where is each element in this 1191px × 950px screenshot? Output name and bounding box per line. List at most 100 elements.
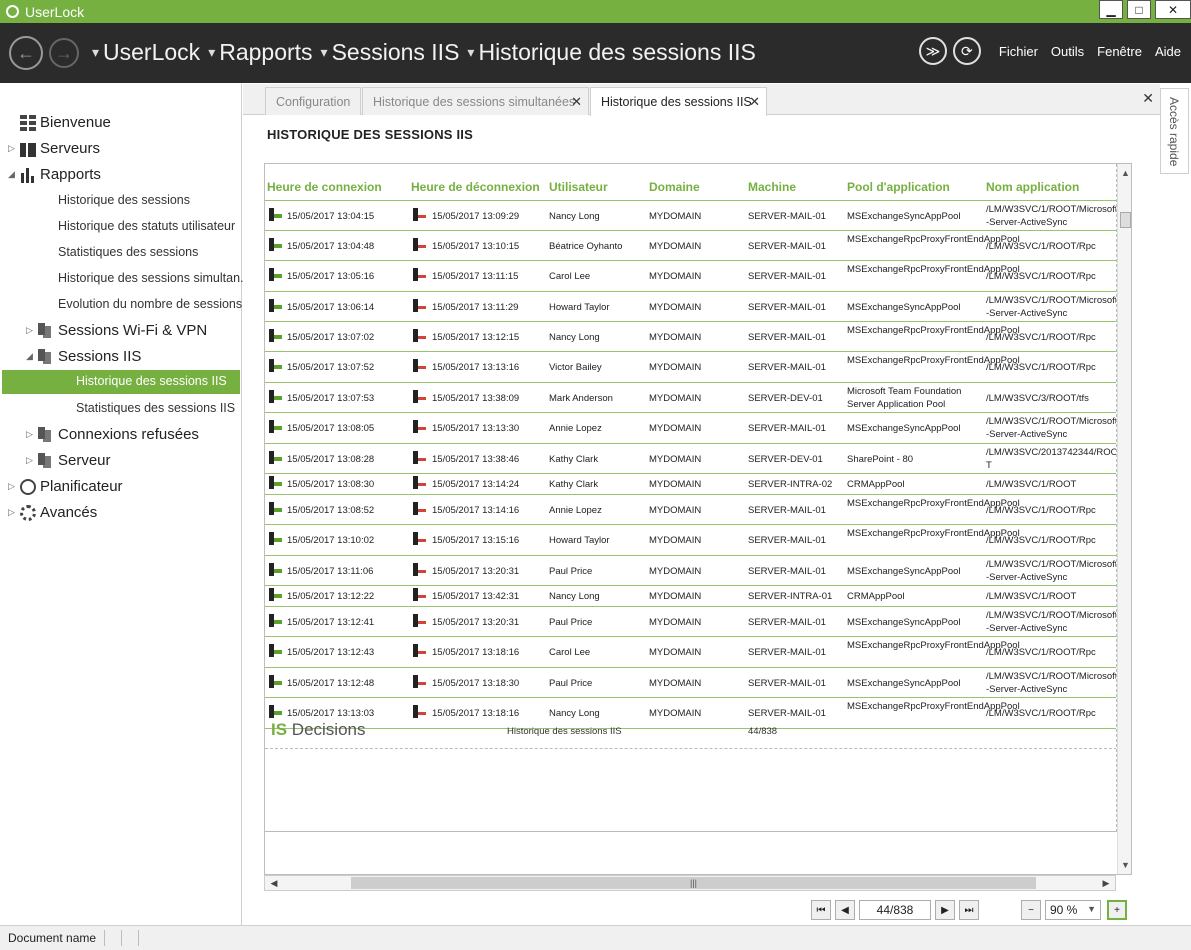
tab-configuration[interactable]: Configuration xyxy=(265,87,361,115)
zoom-out-button[interactable]: − xyxy=(1021,900,1041,920)
sidebar-item-historique-sessions-iis[interactable]: Historique des sessions IIS xyxy=(2,370,240,394)
sidebar-item-label: Serveurs xyxy=(40,140,101,157)
sidebar-item-serveur[interactable]: ▷ Serveur xyxy=(26,452,111,469)
chevron-down-icon[interactable]: ▾ xyxy=(321,44,328,61)
chevron-right-icon[interactable]: ▷ xyxy=(26,429,36,440)
breadcrumb-historique[interactable]: Historique des sessions IIS xyxy=(478,39,755,66)
close-window-button[interactable]: ✕ xyxy=(1155,0,1191,19)
menu-aide[interactable]: Aide xyxy=(1155,44,1181,59)
column-header-nom-application: Nom application xyxy=(986,180,1080,194)
close-icon[interactable]: ✕ xyxy=(571,94,582,110)
cell-application: /LM/W3SVC/1/ROOT/Microsoft-Server-Active… xyxy=(986,609,1117,634)
cell-pool: MSExchangeRpcProxyFrontEndAppPool xyxy=(847,528,1020,539)
sidebar-item-statistiques-sessions[interactable]: Statistiques des sessions xyxy=(58,245,198,259)
table-row: 15/05/2017 13:07:53 15/05/2017 13:38:09 Ma… xyxy=(265,383,1116,412)
forward-button[interactable]: → xyxy=(49,38,79,68)
login-icon xyxy=(268,207,284,224)
chevron-right-icon[interactable]: ▷ xyxy=(8,507,18,518)
breadcrumb-sessions-iis[interactable]: Sessions IIS xyxy=(332,39,460,66)
cell-application: /LM/W3SVC/1/ROOT/Rpc xyxy=(986,240,1096,252)
cell-pool: MSExchangeSyncAppPool xyxy=(847,423,961,434)
chevron-right-icon[interactable]: ▷ xyxy=(8,481,18,492)
sidebar-item-sessions-simultanees[interactable]: Historique des sessions simultan... xyxy=(58,271,250,285)
cell-deconnexion: 15/05/2017 13:18:16 xyxy=(432,647,520,658)
sidebar-item-sessions-iis[interactable]: ◢ Sessions IIS xyxy=(26,348,141,365)
horizontal-scrollbar[interactable]: ◀ ||| ▶ xyxy=(264,875,1116,891)
sidebar-item-serveurs[interactable]: ▷ Serveurs xyxy=(8,140,100,157)
menu-fenetre[interactable]: Fenêtre xyxy=(1097,44,1142,59)
breadcrumb-userlock[interactable]: UserLock xyxy=(103,39,200,66)
close-icon[interactable]: ✕ xyxy=(1142,90,1154,107)
cell-connexion: 15/05/2017 13:04:15 xyxy=(287,210,375,222)
chevron-right-icon[interactable]: ▷ xyxy=(26,325,36,336)
logout-icon xyxy=(412,328,428,345)
chevron-right-icon[interactable]: ▷ xyxy=(8,143,18,154)
chevron-down-icon[interactable]: ▾ xyxy=(208,44,215,61)
logout-icon xyxy=(412,644,428,660)
sidebar-item-label: Serveur xyxy=(58,452,111,469)
table-row: 15/05/2017 13:08:30 15/05/2017 13:14:24 Ka… xyxy=(265,474,1116,494)
menu-outils[interactable]: Outils xyxy=(1051,44,1084,59)
sidebar-item-statistiques-sessions-iis[interactable]: Statistiques des sessions IIS xyxy=(76,401,235,415)
cell-domaine: MYDOMAIN xyxy=(649,301,702,313)
login-icon xyxy=(268,644,284,660)
cell-connexion: 15/05/2017 13:10:02 xyxy=(287,535,375,546)
scroll-right-icon[interactable]: ▶ xyxy=(1099,876,1113,890)
cell-pool: MSExchangeSyncAppPool xyxy=(847,616,961,628)
minimize-button[interactable]: ▁ xyxy=(1099,0,1123,19)
status-bar: Document name xyxy=(0,925,1191,950)
tab-historique-sessions-iis[interactable]: Historique des sessions IIS ✕ xyxy=(590,87,767,116)
powershell-icon[interactable]: ≫ xyxy=(918,37,947,65)
refresh-icon[interactable]: ⟳ xyxy=(952,37,981,65)
breadcrumb-rapports[interactable]: Rapports xyxy=(219,39,312,66)
cell-machine: SERVER-DEV-01 xyxy=(748,453,823,465)
cell-machine: SERVER-MAIL-01 xyxy=(748,362,826,373)
cell-application: /LM/W3SVC/3/ROOT/tfs xyxy=(986,392,1089,404)
sidebar-item-planificateur[interactable]: ▷ Planificateur xyxy=(8,478,123,495)
sidebar-item-avances[interactable]: ▷ Avancés xyxy=(8,504,97,521)
cell-deconnexion: 15/05/2017 13:18:16 xyxy=(432,708,520,719)
sidebar-item-evolution-sessions[interactable]: Evolution du nombre de sessions xyxy=(58,297,242,311)
chevron-down-icon[interactable]: ▾ xyxy=(467,44,474,61)
page-number-input[interactable]: 44/838 xyxy=(859,900,931,920)
scroll-thumb[interactable] xyxy=(1120,212,1131,228)
sidebar-item-rapports[interactable]: ◢ Rapports xyxy=(8,166,101,183)
sidebar-item-historique-statuts[interactable]: Historique des statuts utilisateur xyxy=(58,219,235,233)
scroll-down-icon[interactable]: ▼ xyxy=(1118,858,1131,872)
cell-application: /LM/W3SVC/1/ROOT/Microsoft-Server-Active… xyxy=(986,558,1117,583)
sidebar-item-sessions-wifi-vpn[interactable]: ▷ Sessions Wi-Fi & VPN xyxy=(26,322,207,339)
cell-connexion: 15/05/2017 13:12:48 xyxy=(287,677,375,689)
cell-connexion: 15/05/2017 13:06:14 xyxy=(287,301,375,313)
close-icon[interactable]: ✕ xyxy=(749,94,760,110)
scroll-thumb[interactable]: ||| xyxy=(351,877,1036,889)
next-page-button[interactable]: ▶ xyxy=(935,900,955,920)
zoom-select[interactable]: 90 % ▼ xyxy=(1045,900,1101,920)
chevron-down-icon[interactable]: ◢ xyxy=(8,169,18,180)
scroll-left-icon[interactable]: ◀ xyxy=(267,876,281,890)
sidebar-item-bienvenue[interactable]: Bienvenue xyxy=(8,114,111,131)
cell-utilisateur: Béatrice Oyhanto xyxy=(549,240,623,252)
table-row: 15/05/2017 13:10:02 15/05/2017 13:15:16 Ho… xyxy=(265,525,1116,555)
tab-historique-sessions-simultanees[interactable]: Historique des sessions simultanées ✕ xyxy=(362,87,589,115)
cell-machine: SERVER-MAIL-01 xyxy=(748,535,826,546)
cell-connexion: 15/05/2017 13:12:41 xyxy=(287,616,375,628)
last-page-button[interactable]: ⏭ xyxy=(959,900,979,920)
vertical-scrollbar[interactable]: ▲ ▼ xyxy=(1117,164,1131,874)
previous-page-button[interactable]: ◀ xyxy=(835,900,855,920)
chevron-down-icon[interactable]: ▾ xyxy=(92,44,99,61)
sidebar-item-historique-sessions[interactable]: Historique des sessions xyxy=(58,193,190,207)
maximize-button[interactable]: □ xyxy=(1127,0,1151,19)
first-page-button[interactable]: ⏮ xyxy=(811,900,831,920)
back-button[interactable]: ← xyxy=(9,36,43,70)
chevron-right-icon[interactable]: ▷ xyxy=(26,455,36,466)
chevron-down-icon[interactable]: ◢ xyxy=(26,351,36,362)
login-icon xyxy=(268,359,284,375)
zoom-in-button[interactable]: + xyxy=(1107,900,1127,920)
menu-fichier[interactable]: Fichier xyxy=(999,44,1038,59)
cell-connexion: 15/05/2017 13:13:03 xyxy=(287,708,375,719)
userlock-logo-icon xyxy=(6,5,19,18)
scroll-up-icon[interactable]: ▲ xyxy=(1118,166,1131,180)
sidebar-item-connexions-refusees[interactable]: ▷ Connexions refusées xyxy=(26,426,199,443)
cell-pool: MSExchangeRpcProxyFrontEndAppPool xyxy=(847,355,1020,366)
quick-access-panel[interactable]: Accès rapide xyxy=(1160,88,1189,174)
